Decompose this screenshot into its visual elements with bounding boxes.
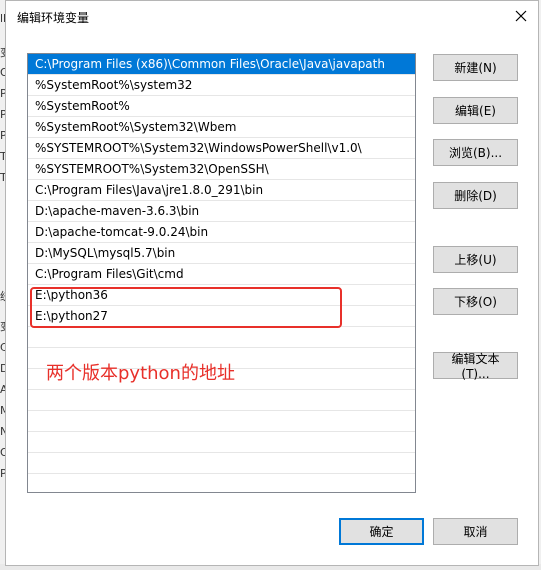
path-list-item[interactable]: [28, 474, 415, 492]
edit-text-button[interactable]: 编辑文本(T)...: [433, 352, 518, 381]
close-button[interactable]: [510, 5, 532, 27]
annotation-highlight-box: [30, 287, 342, 328]
path-list-item[interactable]: C:\Program Files\Java\jre1.8.0_291\bin: [28, 180, 415, 201]
path-list-item[interactable]: C:\Program Files (x86)\Common Files\Orac…: [28, 54, 415, 75]
path-list-item[interactable]: [28, 327, 415, 348]
path-list-item[interactable]: %SystemRoot%\system32: [28, 75, 415, 96]
new-button[interactable]: 新建(N): [433, 54, 518, 81]
dialog-title: 编辑环境变量: [17, 11, 90, 25]
path-list-item[interactable]: %SYSTEMROOT%\System32\WindowsPowerShell\…: [28, 138, 415, 159]
path-list-item[interactable]: %SYSTEMROOT%\System32\OpenSSH\: [28, 159, 415, 180]
edit-environment-variable-dialog: 编辑环境变量 C:\Program Files (x86)\Common Fil…: [5, 0, 539, 566]
path-list-item[interactable]: D:\apache-maven-3.6.3\bin: [28, 201, 415, 222]
path-list-item[interactable]: %SystemRoot%\System32\Wbem: [28, 117, 415, 138]
ok-button[interactable]: 确定: [339, 518, 424, 545]
path-list-item[interactable]: %SystemRoot%: [28, 96, 415, 117]
annotation-text: 两个版本python的地址: [46, 363, 235, 384]
path-list-item[interactable]: C:\Program Files\Git\cmd: [28, 264, 415, 285]
close-icon: [515, 10, 527, 22]
move-up-button[interactable]: 上移(U): [433, 246, 518, 273]
path-list-item[interactable]: [28, 411, 415, 432]
edit-button[interactable]: 编辑(E): [433, 97, 518, 124]
cancel-button[interactable]: 取消: [433, 518, 518, 545]
path-list-item[interactable]: D:\apache-tomcat-9.0.24\bin: [28, 222, 415, 243]
path-list[interactable]: C:\Program Files (x86)\Common Files\Orac…: [27, 53, 416, 493]
path-list-item[interactable]: D:\MySQL\mysql5.7\bin: [28, 243, 415, 264]
browse-button[interactable]: 浏览(B)...: [433, 139, 518, 166]
path-list-item[interactable]: [28, 432, 415, 453]
path-list-item[interactable]: [28, 453, 415, 474]
move-down-button[interactable]: 下移(O): [433, 288, 518, 315]
delete-button[interactable]: 删除(D): [433, 182, 518, 209]
path-list-item[interactable]: [28, 390, 415, 411]
title-bar[interactable]: 编辑环境变量: [6, 1, 538, 31]
